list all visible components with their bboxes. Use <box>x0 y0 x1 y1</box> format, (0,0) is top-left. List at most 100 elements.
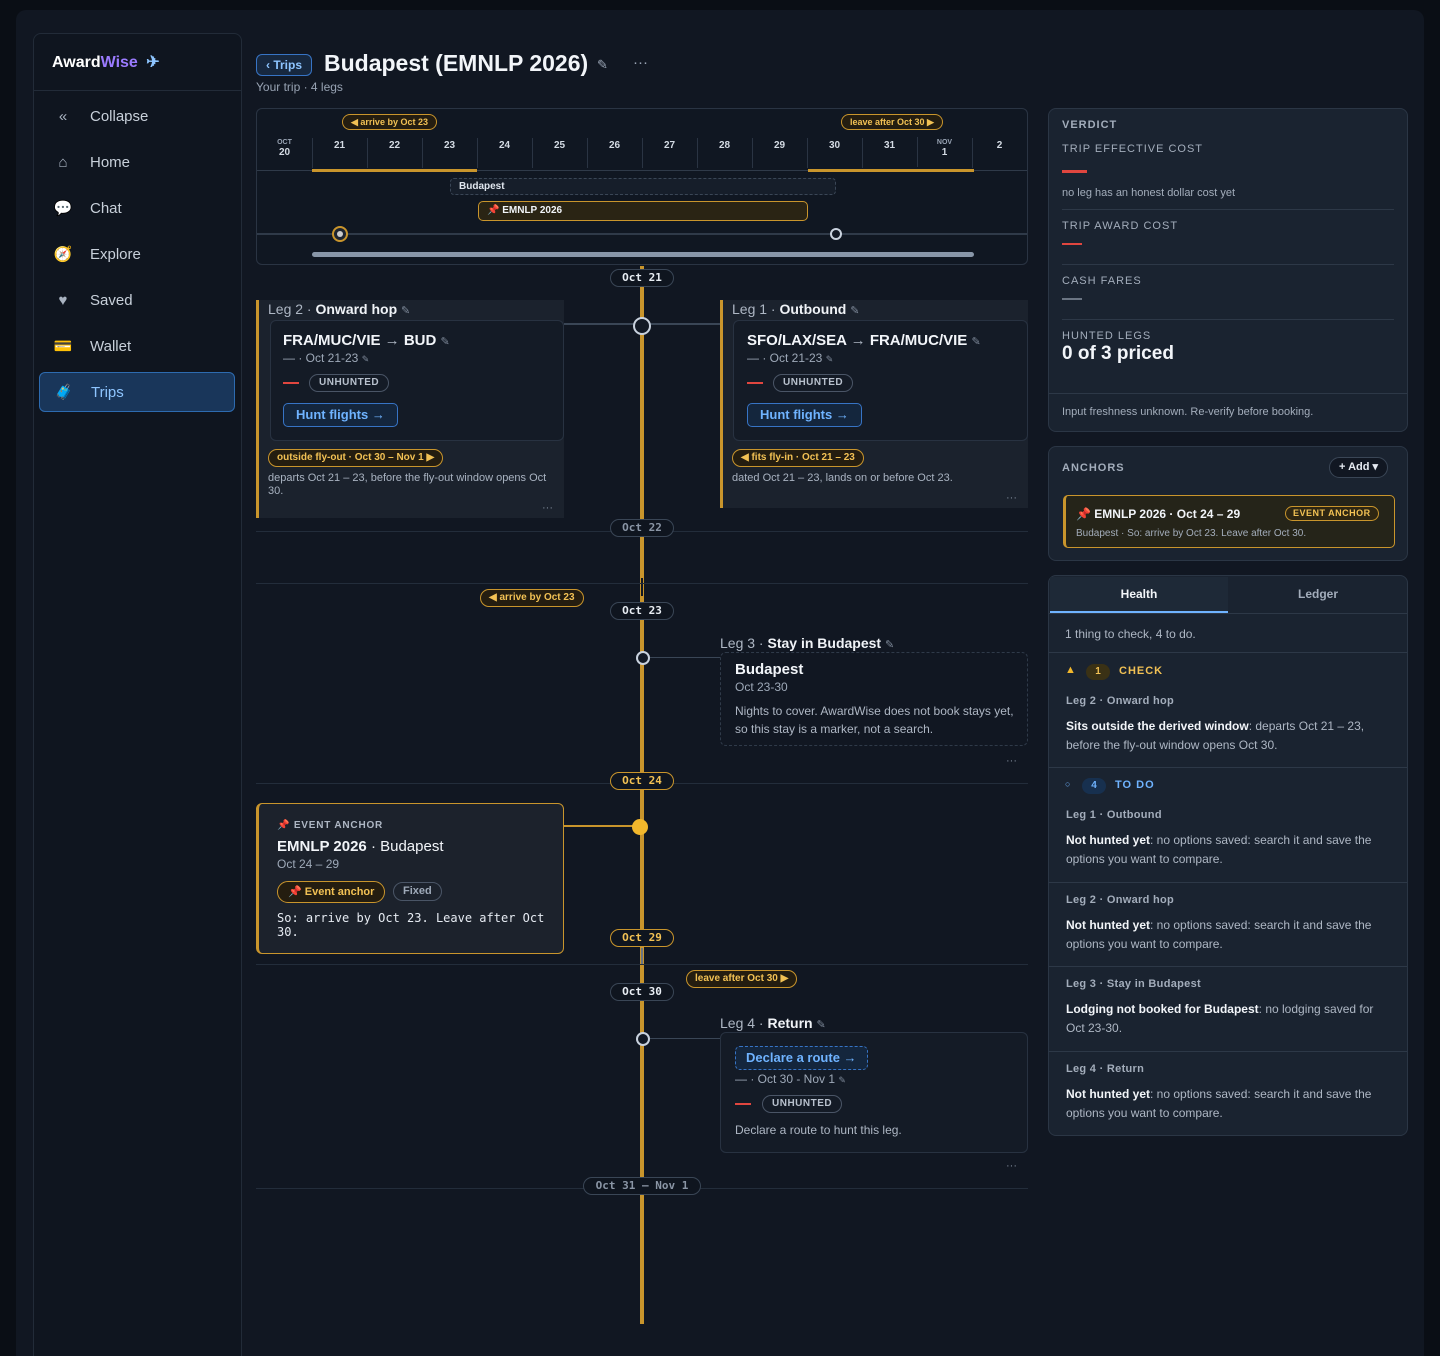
sidebar-item-trips[interactable]: 🧳 Trips <box>39 372 235 412</box>
calendar-day[interactable]: 30 <box>807 138 862 168</box>
calendar-day[interactable]: 27 <box>642 138 697 168</box>
arrive-by-tag: ◀ arrive by Oct 23 <box>480 589 584 607</box>
calendar-day[interactable]: 2 <box>972 138 1027 168</box>
edit-title-icon[interactable]: ✎ <box>597 57 608 73</box>
event-bar-emnlp[interactable]: 📌 EMNLP 2026 <box>478 201 808 221</box>
tab-ledger[interactable]: Ledger <box>1229 577 1407 613</box>
more-options-icon[interactable]: ··· <box>542 502 553 514</box>
more-options-icon[interactable]: ··· <box>633 54 648 71</box>
divider <box>422 138 423 168</box>
route: SFO/LAX/SEA → FRA/MUC/VIE ✎ <box>747 332 981 349</box>
edit-icon[interactable]: ✎ <box>401 305 410 317</box>
calendar-date: 29 <box>773 140 786 151</box>
edit-icon[interactable]: ✎ <box>362 354 370 364</box>
edit-icon[interactable]: ✎ <box>838 1075 846 1085</box>
add-anchor-button[interactable]: + Add ▾ <box>1329 457 1389 478</box>
home-icon: ⌂ <box>58 153 68 171</box>
calendar-day[interactable]: 21 <box>312 138 367 168</box>
edit-icon[interactable]: ✎ <box>826 354 834 364</box>
edit-icon[interactable]: ✎ <box>850 305 859 317</box>
todo-count: 4 <box>1082 778 1106 794</box>
more-options-icon[interactable]: ··· <box>1006 492 1017 504</box>
calendar-day[interactable]: NOV 1 <box>917 137 972 167</box>
divider <box>1062 264 1394 265</box>
divider <box>1049 767 1407 768</box>
leg-note: departs Oct 21 – 23, before the fly-out … <box>268 472 547 497</box>
award-cost-value <box>1062 243 1082 245</box>
sidebar-item-home[interactable]: ⌂ Home <box>39 142 235 182</box>
verdict-caption: VERDICT <box>1062 119 1118 131</box>
divider <box>642 138 643 168</box>
app-logo[interactable]: AwardWise ✈ <box>52 52 160 72</box>
divider <box>1049 613 1407 614</box>
leave-after-tag: leave after Oct 30 ▶ <box>841 114 943 130</box>
start-marker[interactable] <box>332 226 348 242</box>
calendar-day[interactable]: 24 <box>477 138 532 168</box>
timeline-node[interactable] <box>636 1032 650 1046</box>
calendar-day[interactable]: OCT 20 <box>257 139 312 158</box>
suitcase-icon: 🧳 <box>54 384 74 401</box>
back-to-trips-button[interactable]: ‹ Trips <box>256 54 313 76</box>
divider <box>256 964 1028 965</box>
calendar-date: 2 <box>996 140 1003 151</box>
hunt-flights-button[interactable]: Hunt flights → <box>747 403 862 427</box>
trip-range-scrollbar[interactable] <box>312 252 974 257</box>
arrive-by-tag: ◀ arrive by Oct 23 <box>342 114 437 130</box>
check-item-text[interactable]: Sits outside the derived window: departs… <box>1066 717 1394 755</box>
declare-route-button[interactable]: Declare a route → <box>735 1046 868 1070</box>
calendar-day[interactable]: 25 <box>532 138 587 168</box>
event-node[interactable] <box>632 819 648 835</box>
divider <box>1062 209 1394 210</box>
timeline-node[interactable] <box>633 317 651 335</box>
anchor-item[interactable]: 📌 EMNLP 2026 · Oct 24 – 29 EVENT ANCHOR … <box>1063 495 1395 548</box>
no-price-indicator <box>735 1103 751 1105</box>
divider <box>807 138 808 168</box>
edit-icon[interactable]: ✎ <box>441 336 450 348</box>
calendar-day[interactable]: 28 <box>697 138 752 168</box>
anchor-subtitle: Budapest · So: arrive by Oct 23. Leave a… <box>1076 528 1307 539</box>
fly-out-window-bar <box>808 169 974 172</box>
tab-health[interactable]: Health <box>1050 577 1228 613</box>
todo-item-text[interactable]: Lodging not booked for Budapest: no lodg… <box>1066 1000 1394 1038</box>
timeline-node[interactable] <box>636 651 650 665</box>
no-price-indicator <box>747 382 763 384</box>
edit-icon[interactable]: ✎ <box>885 639 894 651</box>
divider <box>1062 319 1394 320</box>
verdict-panel: VERDICT TRIP EFFECTIVE COST no leg has a… <box>1048 108 1408 432</box>
sidebar-item-collapse[interactable]: «Collapse <box>39 96 235 136</box>
edit-icon[interactable]: ✎ <box>971 336 980 348</box>
effective-cost-note: no leg has an honest dollar cost yet <box>1062 187 1236 199</box>
sidebar-item-wallet[interactable]: 💳 Wallet <box>39 326 235 366</box>
divider <box>312 138 313 168</box>
sidebar-item-chat[interactable]: 💬 Chat <box>39 188 235 228</box>
sidebar-item-saved[interactable]: ♥ Saved <box>39 280 235 320</box>
todo-circle-icon: ○ <box>1065 779 1071 789</box>
spine-gap <box>641 578 643 596</box>
more-options-icon[interactable]: ··· <box>1006 755 1017 767</box>
arrow-right-icon: → <box>384 332 400 349</box>
date-marker: Oct 31 – Nov 1 <box>583 1177 701 1195</box>
calendar-day[interactable]: 29 <box>752 138 807 168</box>
todo-item-text[interactable]: Not hunted yet: no options saved: search… <box>1066 831 1394 869</box>
divider <box>1049 652 1407 653</box>
connector <box>564 825 640 827</box>
page-title: Budapest (EMNLP 2026) <box>324 50 589 76</box>
hunt-flights-button[interactable]: Hunt flights → <box>283 403 398 427</box>
calendar-track <box>257 233 1027 235</box>
calendar-day[interactable]: 23 <box>422 138 477 168</box>
stay-bar-budapest[interactable]: Budapest <box>450 178 836 195</box>
sidebar-item-explore[interactable]: 🧭 Explore <box>39 234 235 274</box>
end-marker[interactable] <box>830 228 842 240</box>
calendar-day[interactable]: 26 <box>587 138 642 168</box>
edit-icon[interactable]: ✎ <box>817 1019 826 1031</box>
compass-icon: 🧭 <box>53 246 73 263</box>
sidebar: AwardWise ✈ <box>33 33 242 1356</box>
todo-item-text[interactable]: Not hunted yet: no options saved: search… <box>1066 916 1394 954</box>
calendar-day[interactable]: 31 <box>862 138 917 168</box>
window-flag: outside fly-out · Oct 30 – Nov 1 ▶ <box>268 449 444 467</box>
todo-item-leg: Leg 4 · Return <box>1066 1063 1145 1075</box>
calendar-day[interactable]: 22 <box>367 138 422 168</box>
more-options-icon[interactable]: ··· <box>1006 1160 1017 1172</box>
calendar-month: NOV <box>936 139 953 146</box>
todo-item-text[interactable]: Not hunted yet: no options saved: search… <box>1066 1085 1394 1123</box>
